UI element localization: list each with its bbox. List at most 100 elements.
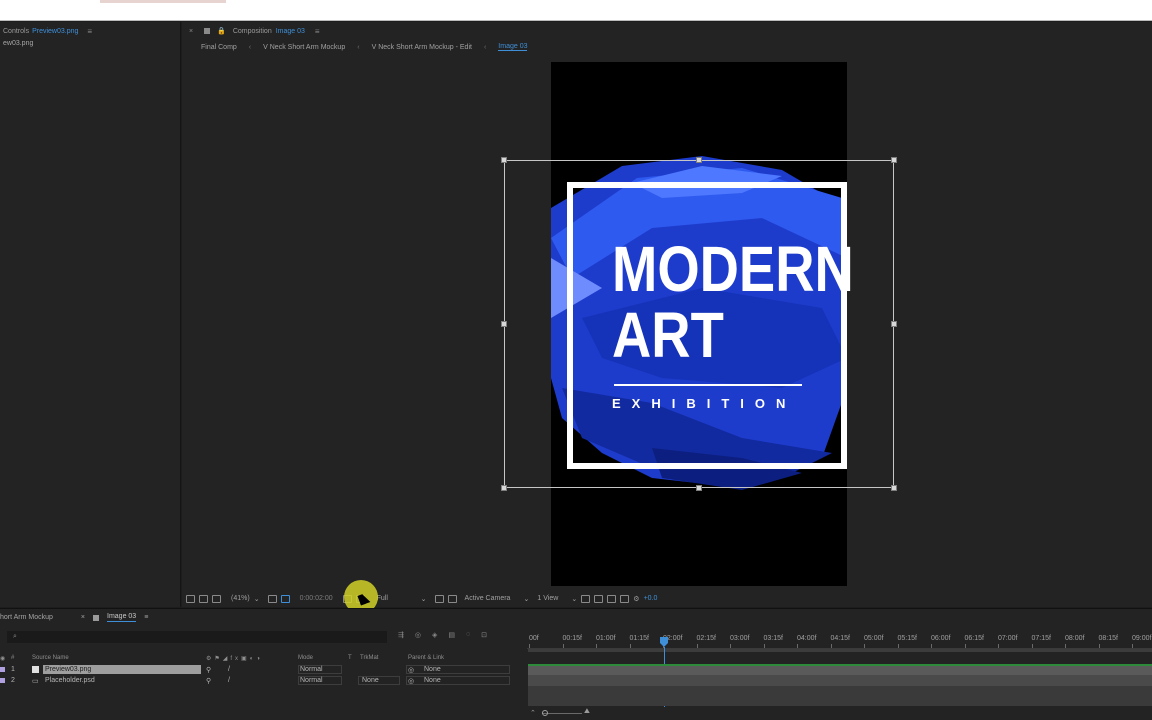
top-bar — [0, 0, 1152, 21]
transform-handle[interactable] — [891, 321, 897, 327]
ruler-tick-label: 07:15f — [1031, 635, 1051, 648]
pick-whip-icon[interactable]: ◎ — [408, 666, 414, 674]
transform-handle[interactable] — [501, 485, 507, 491]
layer-name[interactable]: Preview03.png — [43, 665, 201, 674]
chevron-down-icon[interactable]: ⌄ — [254, 595, 260, 603]
layer-row[interactable]: 1 Preview03.png ⚲ / Normal ◎ None — [0, 664, 520, 675]
transform-handle[interactable] — [696, 485, 702, 491]
zoom-in-icon[interactable]: ⛰ — [584, 708, 590, 716]
monitor-icon[interactable] — [199, 594, 208, 603]
composition-viewer[interactable]: MODERN ART EXHIBITION — [182, 58, 1152, 590]
trkmat-header: TrkMat — [360, 655, 379, 661]
breadcrumb-separator-icon: ‹ — [248, 43, 252, 51]
motion-blur-icon[interactable]: ◈ — [432, 631, 437, 639]
ruler-tick-label: 08:15f — [1098, 635, 1118, 648]
draft-3d-icon[interactable]: ◌ — [466, 631, 470, 639]
timeline-tab[interactable]: hort Arm Mockup — [0, 614, 53, 621]
composition-menu-icon[interactable]: ≡ — [315, 27, 320, 36]
camera-select[interactable]: Active Camera — [465, 595, 520, 602]
shy-switch-icon[interactable]: ⚲ — [206, 677, 211, 685]
work-area-bar[interactable] — [528, 649, 1152, 652]
zoom-slider-handle[interactable] — [542, 710, 548, 716]
zoom-out-icon[interactable]: ⌃ — [530, 709, 536, 717]
breadcrumb-item[interactable]: Final Comp — [201, 44, 237, 51]
effect-controls-header[interactable]: Controls Preview03.png ≡ — [0, 22, 180, 40]
layer-column-headers: ◉ # Source Name ⚙⚑◢fx▣◐◑ Mode T TrkMat P… — [0, 653, 520, 663]
empty-track-area — [528, 686, 1152, 706]
layer-duration-bar[interactable] — [528, 664, 1152, 675]
layer-duration-bar[interactable] — [528, 675, 1152, 686]
lock-icon[interactable]: 🔒 — [217, 27, 226, 35]
region-of-interest-icon[interactable] — [434, 594, 444, 603]
layer-bounding-box[interactable] — [504, 160, 894, 488]
fast-preview-icon[interactable] — [594, 594, 604, 603]
source-name-header[interactable]: Source Name — [32, 655, 69, 661]
zoom-slider-track[interactable] — [542, 713, 582, 714]
composition-icon — [204, 28, 211, 34]
parent-dropdown[interactable] — [406, 665, 510, 674]
parent-dropdown[interactable] — [406, 676, 510, 685]
transform-handle[interactable] — [891, 485, 897, 491]
transform-handle[interactable] — [501, 157, 507, 163]
layer-search-input[interactable]: ⌕ — [7, 631, 387, 643]
flowchart-icon[interactable] — [620, 594, 630, 603]
quality-switch-icon[interactable]: / — [228, 677, 230, 684]
frame-blending-icon[interactable]: ◎ — [415, 631, 421, 639]
grid-icon[interactable] — [267, 594, 277, 603]
close-icon[interactable]: × — [81, 614, 85, 621]
after-effects-window: Controls Preview03.png ≡ ew03.png × 🔒 Co… — [0, 0, 1152, 720]
graph-editor-icon[interactable]: ▤ — [448, 631, 455, 639]
label-color-icon[interactable] — [0, 667, 5, 672]
timeline-tab-active[interactable]: Image 03 — [107, 613, 137, 622]
composition-name[interactable]: Image 03 — [276, 28, 305, 35]
pick-whip-icon[interactable]: ◎ — [408, 677, 414, 685]
breadcrumb-item[interactable]: V Neck Short Arm Mockup - Edit — [372, 44, 472, 51]
label-color-icon[interactable] — [0, 678, 5, 683]
resolution-select[interactable]: Full — [377, 595, 417, 602]
zoom-select[interactable]: (41%) — [231, 595, 250, 602]
comp-flowchart-icon[interactable]: ⊡ — [481, 631, 487, 639]
ruler-tick-label: 00f — [529, 635, 539, 648]
breadcrumb-separator-icon: ‹ — [357, 43, 360, 51]
timeline-icon[interactable] — [607, 594, 617, 603]
layer-row[interactable]: 2 ▭ Placeholder.psd ⚲ / Normal None ◎ No… — [0, 675, 520, 686]
timeline-tabs: hort Arm Mockup × Image 03 ≡ — [0, 609, 1152, 626]
tab-hint — [100, 0, 226, 3]
transform-handle[interactable] — [891, 157, 897, 163]
pixel-aspect-icon[interactable] — [581, 594, 591, 603]
breadcrumb-separator-icon: ‹ — [483, 43, 487, 51]
exposure-icon[interactable]: ⚙ — [633, 595, 639, 603]
chevron-down-icon[interactable]: ⌄ — [421, 595, 427, 603]
tab-menu-icon[interactable]: ≡ — [144, 614, 148, 621]
shy-switch-icon[interactable]: ⚲ — [206, 666, 211, 674]
exposure-value[interactable]: +0.0 — [644, 595, 658, 602]
shy-icon[interactable]: ⇶ — [398, 631, 404, 639]
viewer-toolbar: (41%) ⌄ 0:00:02:00 Full ⌄ Active Camera … — [182, 580, 1152, 614]
ruler-tick-label: 06:00f — [931, 635, 951, 648]
vr-icon[interactable] — [212, 594, 221, 603]
transparency-grid-icon[interactable] — [447, 594, 457, 603]
timeline-zoom-slider[interactable]: ⌃ ⛰ — [528, 708, 1152, 719]
mask-visibility-icon[interactable] — [280, 594, 290, 603]
breadcrumb-item[interactable]: V Neck Short Arm Mockup — [263, 44, 345, 51]
quality-switch-icon[interactable]: / — [228, 666, 230, 673]
composition-icon — [93, 614, 100, 621]
chevron-down-icon[interactable]: ⌄ — [571, 595, 577, 603]
panel-menu-icon[interactable]: ≡ — [87, 27, 92, 36]
layer-name[interactable]: Placeholder.psd — [43, 677, 97, 684]
layer-number: 2 — [11, 677, 15, 684]
timecode-display[interactable]: 0:00:02:00 — [300, 595, 333, 602]
always-preview-icon[interactable] — [186, 594, 195, 603]
switches-header-icon: ⚙⚑◢fx▣◐◑ — [206, 655, 263, 662]
layer-number: 1 — [11, 666, 15, 673]
layer-mode: Normal — [300, 666, 323, 673]
chevron-down-icon[interactable]: ⌄ — [524, 595, 530, 603]
ruler-tick-label: 04:15f — [830, 635, 850, 648]
collapse-icon[interactable]: × — [189, 28, 193, 35]
layer-parent: None — [424, 677, 441, 684]
time-ruler[interactable]: 00f 00:15f 01:00f 01:15f 02:00f 02:15f 03:00f 0… — [527, 635, 1152, 649]
transform-handle[interactable] — [696, 157, 702, 163]
breadcrumb-item-current[interactable]: Image 03 — [498, 43, 528, 51]
transform-handle[interactable] — [501, 321, 507, 327]
view-layout-select[interactable]: 1 View — [537, 595, 567, 602]
